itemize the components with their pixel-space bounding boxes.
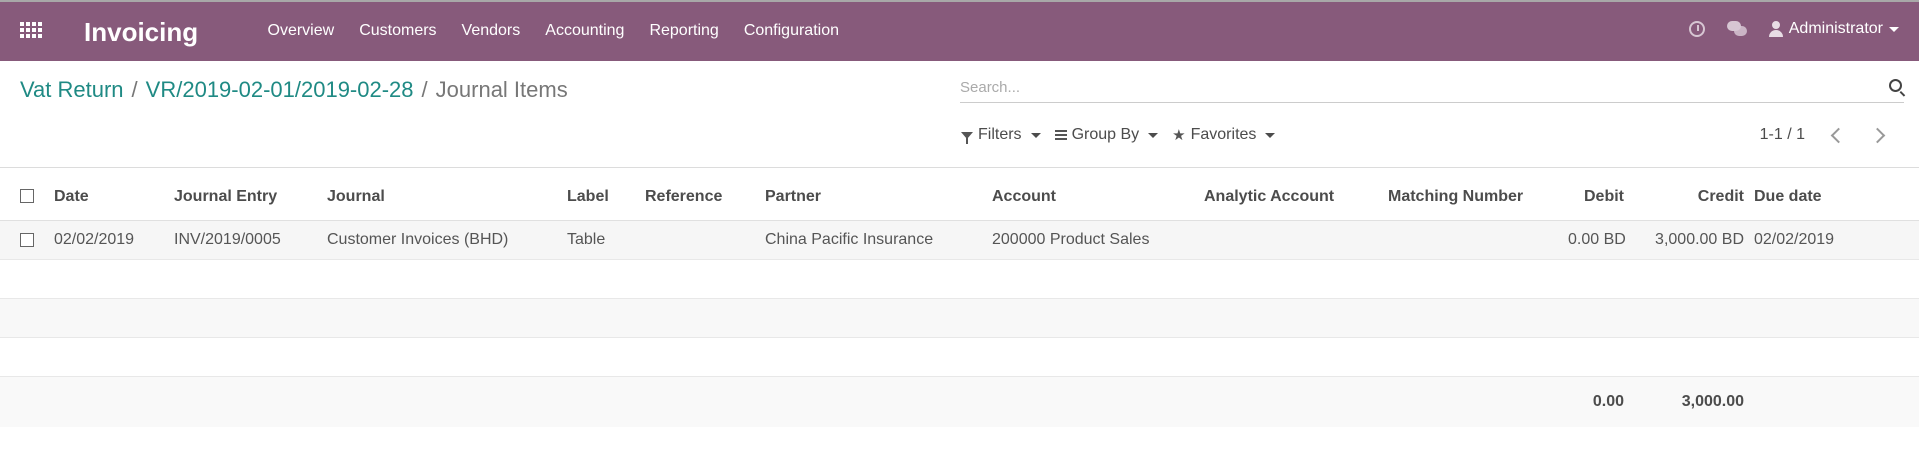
activity-clock-icon[interactable] [1688,21,1705,37]
user-icon [1768,21,1783,37]
systray: Administrator [1688,20,1899,38]
group-by-label: Group By [1071,126,1140,143]
star-icon: ★ [1172,127,1186,144]
menu-vendors[interactable]: Vendors [449,22,533,40]
select-all-checkbox[interactable] [20,189,34,204]
table-header-row: Date Journal Entry Journal Label Referen… [0,173,1919,221]
column-header-debit[interactable]: Debit [1568,173,1624,221]
column-header-reference[interactable]: Reference [645,173,765,221]
search-input[interactable] [960,76,1840,98]
messaging-icon[interactable] [1726,21,1747,37]
cell-journal: Customer Invoices (BHD) [327,220,567,260]
breadcrumb-separator: / [131,77,138,102]
column-header-analytic-account[interactable]: Analytic Account [1204,173,1388,221]
cell-matching-number [1388,220,1568,260]
column-header-date[interactable]: Date [54,173,174,221]
group-by-button[interactable]: Group By [1054,126,1159,144]
search-bar [960,76,1904,103]
favorites-label: Favorites [1190,126,1257,143]
app-title: Invoicing [84,17,199,47]
user-name: Administrator [1788,20,1883,37]
filters-label: Filters [978,126,1022,143]
cell-credit: 3,000.00 BD [1624,220,1744,260]
app-switcher-icon[interactable] [20,22,42,40]
menu-overview[interactable]: Overview [255,22,347,40]
filters-button[interactable]: Filters [961,126,1041,144]
cell-analytic-account [1204,220,1388,260]
chevron-down-icon [1889,26,1899,32]
breadcrumb-separator: / [421,77,428,102]
column-header-journal[interactable]: Journal [327,173,567,221]
list-icon [1054,130,1067,140]
menu-reporting[interactable]: Reporting [637,22,731,40]
top-navbar: Invoicing Overview Customers Vendors Acc… [0,0,1919,61]
column-header-due-date[interactable]: Due date [1744,173,1919,221]
menu-configuration[interactable]: Configuration [731,22,851,40]
column-header-credit[interactable]: Credit [1624,173,1744,221]
empty-row [0,337,1919,377]
cell-reference [645,220,765,260]
breadcrumb-vat-return[interactable]: Vat Return [20,77,124,103]
row-checkbox[interactable] [20,232,34,247]
total-credit: 3,000.00 [1624,376,1744,427]
search-options: Filters Group By ★ Favorites [961,126,1276,144]
filter-icon [961,131,973,144]
chevron-down-icon [1265,132,1276,138]
previous-page-icon[interactable] [1830,127,1847,143]
empty-row [0,298,1919,338]
next-page-icon[interactable] [1869,127,1886,143]
breadcrumb: Vat Return / VR/2019-02-01/2019-02-28 / … [20,77,568,103]
favorites-button[interactable]: ★ Favorites [1172,126,1276,144]
user-menu[interactable]: Administrator [1768,20,1899,38]
menu-accounting[interactable]: Accounting [533,22,637,40]
column-header-label[interactable]: Label [567,173,645,221]
search-icon[interactable] [1889,79,1902,92]
cell-debit: 0.00 BD [1568,220,1626,260]
cell-label: Table [567,220,645,260]
empty-row [0,259,1919,299]
cell-journal-entry: INV/2019/0005 [174,220,327,260]
main-menu: Overview Customers Vendors Accounting Re… [255,22,851,40]
chevron-down-icon [1148,132,1159,138]
chevron-down-icon [1030,132,1041,138]
breadcrumb-current: Journal Items [435,77,568,102]
pager-value[interactable]: 1-1 / 1 [1760,126,1805,144]
cell-account: 200000 Product Sales [992,220,1204,260]
totals-row: 0.00 3,000.00 [0,376,1919,427]
column-header-journal-entry[interactable]: Journal Entry [174,173,327,221]
journal-items-table: Date Journal Entry Journal Label Referen… [0,173,1919,427]
column-header-partner[interactable]: Partner [765,173,992,221]
pager: 1-1 / 1 [1760,126,1886,144]
cell-date: 02/02/2019 [54,220,174,260]
table-row[interactable]: 02/02/2019 INV/2019/0005 Customer Invoic… [0,220,1919,260]
breadcrumb-vat-return-record[interactable]: VR/2019-02-01/2019-02-28 [146,77,414,103]
total-debit: 0.00 [1568,376,1624,427]
cell-due-date: 02/02/2019 [1744,220,1919,260]
cell-partner: China Pacific Insurance [765,220,992,260]
column-header-account[interactable]: Account [992,173,1204,221]
menu-customers[interactable]: Customers [347,22,449,40]
divider [0,167,1919,168]
column-header-matching-number[interactable]: Matching Number [1388,173,1568,221]
